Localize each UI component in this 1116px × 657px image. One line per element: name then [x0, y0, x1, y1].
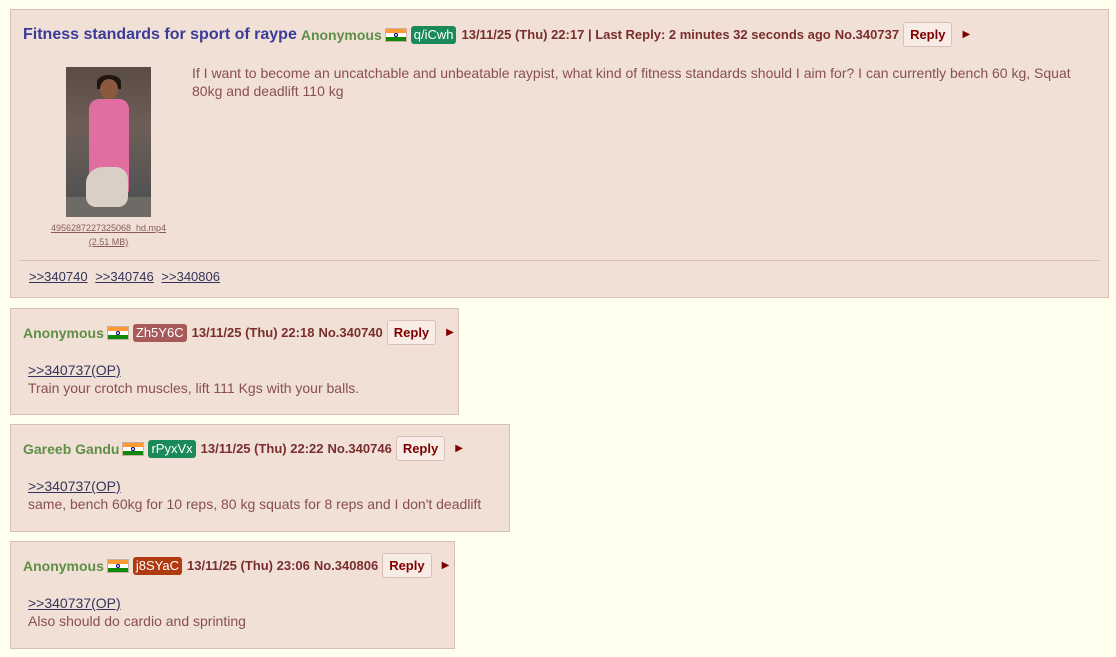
op-header: Fitness standards for sport of raype Ano… [23, 22, 970, 47]
reply-message: >>340737(OP) Train your crotch muscles, … [28, 361, 359, 397]
post-datetime: 13/11/25 (Thu) 22:18 [191, 325, 315, 340]
backlinks: >>340740 >>340746 >>340806 [29, 269, 224, 284]
poster-name: Anonymous [23, 324, 104, 341]
quote-link[interactable]: >>340737(OP) [28, 361, 359, 379]
india-flag-icon [106, 558, 129, 573]
poster-name: Anonymous [23, 557, 104, 574]
file-name-link[interactable]: 4956287227325068_hd.mp4 [41, 223, 176, 233]
post-datetime: 13/11/25 (Thu) 23:06 [187, 558, 310, 573]
file-thumbnail-block: 4956287227325068_hd.mp4 (2.51 MB) [41, 67, 176, 247]
post-datetime: 13/11/25 (Thu) 22:17 | Last Reply: 2 min… [461, 27, 831, 42]
post-menu-arrow-icon[interactable]: ▶ [962, 29, 970, 40]
post-number[interactable]: No.340737 [835, 27, 899, 42]
reply-text: Also should do cardio and sprinting [28, 613, 246, 629]
reply-button[interactable]: Reply [395, 436, 446, 461]
reply-header: Anonymous j8SYaC 13/11/25 (Thu) 23:06 No… [23, 553, 449, 578]
op-post: Fitness standards for sport of raype Ano… [10, 9, 1109, 298]
post-menu-arrow-icon[interactable]: ▶ [455, 443, 463, 454]
post-number[interactable]: No.340740 [318, 325, 382, 340]
poster-id[interactable]: q/iCwh [410, 25, 457, 44]
backlink[interactable]: >>340740 [29, 269, 88, 284]
video-thumbnail[interactable] [66, 67, 151, 217]
divider [19, 260, 1100, 261]
india-flag-icon [122, 441, 145, 456]
post-number[interactable]: No.340746 [327, 441, 391, 456]
post-datetime: 13/11/25 (Thu) 22:22 [200, 441, 324, 456]
backlink[interactable]: >>340806 [161, 269, 220, 284]
poster-name: Gareeb Gandu [23, 440, 120, 457]
reply-text: Train your crotch muscles, lift 111 Kgs … [28, 380, 360, 396]
reply-message: >>340737(OP) Also should do cardio and s… [28, 594, 246, 630]
reply-post: Gareeb Gandu rPyxVx 13/11/25 (Thu) 22:22… [10, 424, 510, 532]
reply-header: Anonymous Zh5Y6C 13/11/25 (Thu) 22:18 No… [23, 320, 454, 345]
thread-subject: Fitness standards for sport of raype [23, 25, 297, 43]
poster-id[interactable]: j8SYaC [132, 556, 183, 575]
india-flag-icon [384, 27, 407, 42]
reply-text: same, bench 60kg for 10 reps, 80 kg squa… [28, 496, 482, 512]
poster-name: Anonymous [300, 26, 382, 43]
reply-header: Gareeb Gandu rPyxVx 13/11/25 (Thu) 22:22… [23, 436, 463, 461]
reply-post: Anonymous j8SYaC 13/11/25 (Thu) 23:06 No… [10, 541, 455, 649]
reply-button[interactable]: Reply [386, 320, 437, 345]
post-menu-arrow-icon[interactable]: ▶ [442, 560, 450, 571]
reply-message: >>340737(OP) same, bench 60kg for 10 rep… [28, 477, 481, 513]
post-number[interactable]: No.340806 [314, 558, 378, 573]
quote-link[interactable]: >>340737(OP) [28, 594, 246, 612]
backlink[interactable]: >>340746 [95, 269, 154, 284]
quote-link[interactable]: >>340737(OP) [28, 477, 481, 495]
reply-post: Anonymous Zh5Y6C 13/11/25 (Thu) 22:18 No… [10, 308, 459, 415]
reply-button[interactable]: Reply [382, 553, 432, 578]
post-menu-arrow-icon[interactable]: ▶ [446, 327, 454, 338]
poster-id[interactable]: rPyxVx [148, 439, 196, 458]
file-size: (2.51 MB) [88, 237, 129, 247]
reply-button[interactable]: Reply [903, 22, 953, 47]
poster-id[interactable]: Zh5Y6C [132, 323, 187, 342]
india-flag-icon [106, 325, 129, 340]
op-message: If I want to become an uncatchable and u… [192, 65, 1071, 99]
